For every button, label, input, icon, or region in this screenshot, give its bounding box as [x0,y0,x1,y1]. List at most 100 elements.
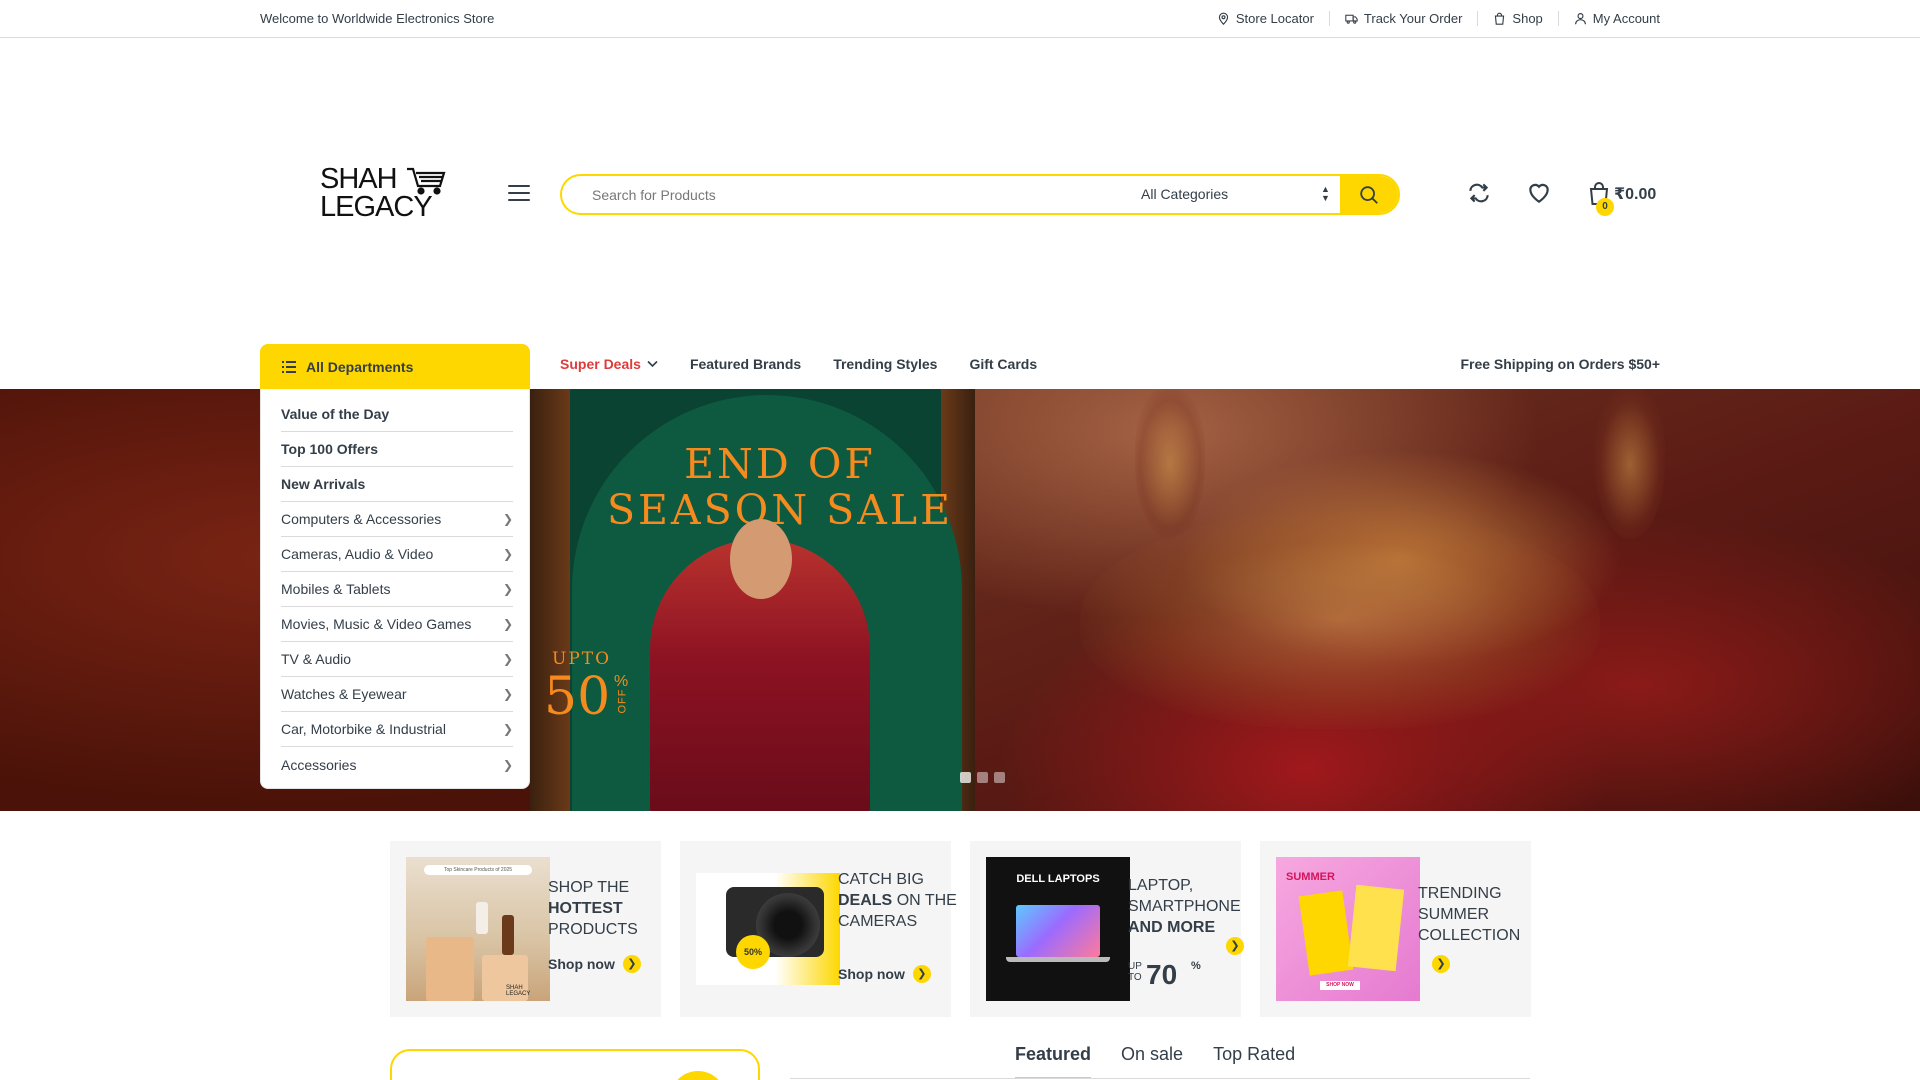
dept-item[interactable]: TV & Audio ❯ [281,642,513,677]
dept-item-label: Accessories [281,756,357,773]
heart-icon[interactable] [1526,180,1552,206]
bride-face [730,519,792,599]
shopping-bag-icon [1495,12,1505,25]
search-button[interactable] [1340,176,1398,213]
shop-label: Shop [1512,11,1543,26]
promo-line-2: SMARTPHONE [1128,898,1241,915]
my-account-link[interactable]: My Account [1557,11,1660,26]
promo-card-summer[interactable]: SUMMER SHOP NOW TRENDING SUMMER COLLECTI… [1260,841,1531,1017]
necklace-detail [1080,509,1600,729]
site-logo[interactable]: SHAH LEGACY [318,163,448,225]
promo-card-hottest[interactable]: Top Skincare Products of 2025 SHAH LEGACY… [390,841,661,1017]
nav-gift-cards[interactable]: Gift Cards [969,356,1037,372]
cart-button[interactable]: 0 ₹0.00 [1588,180,1668,216]
promo-line-3: CAMERAS [838,913,918,930]
discount-badge: 50% [736,935,770,969]
shop-now-link[interactable]: Shop now ❯ [548,955,641,973]
promo-text: TRENDING SUMMER COLLECTION [1418,883,1558,946]
promo-text: CATCH BIG DEALS ON THE CAMERAS [838,869,978,932]
dept-item-label: TV & Audio [281,651,352,667]
dept-item[interactable]: Watches & Eyewear ❯ [281,677,513,712]
laptop-image: DELL LAPTOPS [986,857,1130,1001]
tab-featured[interactable]: Featured [1015,1044,1092,1079]
nav-super-deals[interactable]: Super Deals [560,356,658,372]
category-select[interactable]: All Categories [1141,186,1228,202]
dept-item-label: Mobiles & Tablets [281,581,391,597]
hero-jewelry-image [975,389,1920,811]
dept-item[interactable]: Computers & Accessories ❯ [281,502,513,537]
all-departments-button[interactable]: All Departments [260,344,530,389]
dept-item-label: Watches & Eyewear [281,686,407,702]
promo-line-1: TRENDING [1418,885,1502,902]
nav-featured-brands[interactable]: Featured Brands [690,356,801,372]
dept-item[interactable]: Value of the Day [281,397,513,432]
cart-logo-icon [407,167,446,195]
dept-item[interactable]: Car, Motorbike & Industrial ❯ [281,712,513,747]
tab-on-sale[interactable]: On sale [1121,1044,1183,1073]
shop-now-label: Shop now [838,966,905,982]
arrow-right-icon: ❯ [622,955,641,973]
chevron-right-icon: ❯ [502,582,513,596]
store-locator-label: Store Locator [1235,11,1314,26]
promo-line-3: COLLECTION [1418,927,1521,944]
slider-dot[interactable] [960,772,971,783]
promo-bold: DEALS [838,892,893,909]
store-locator-link[interactable]: Store Locator [1202,11,1329,26]
dept-item[interactable]: Movies, Music & Video Games ❯ [281,607,513,642]
dept-item[interactable]: Mobiles & Tablets ❯ [281,572,513,607]
welcome-text: Welcome to Worldwide Electronics Store [260,11,495,26]
dept-item-label: Cameras, Audio & Video [281,546,434,562]
chevron-down-icon [647,360,658,368]
earring-left [1135,389,1205,539]
banner-pillar-left [530,389,570,811]
arrow-right-icon[interactable]: ❯ [1226,937,1244,955]
dept-item-label: New Arrivals [281,476,366,492]
chevron-right-icon: ❯ [502,512,513,526]
dept-item[interactable]: Cameras, Audio & Video ❯ [281,537,513,572]
deal-of-day-box [390,1049,760,1080]
nav-trending-styles[interactable]: Trending Styles [833,356,937,372]
dept-item[interactable]: Top 100 Offers [281,432,513,467]
laptop-base [1006,957,1110,962]
promo-discount-percent: % [1191,960,1201,972]
skincare-caption: Top Skincare Products of 2025 [424,865,532,875]
dept-item-label: Value of the Day [281,406,390,422]
dept-item-label: Car, Motorbike & Industrial [281,721,446,737]
laptop-caption: DELL LAPTOPS [1016,873,1100,885]
tab-top-rated[interactable]: Top Rated [1213,1044,1295,1073]
summer-image: SUMMER SHOP NOW [1276,857,1420,1001]
search-input[interactable] [562,176,1122,213]
promo-bold: HOTTEST [548,900,623,917]
tabs-divider [790,1078,1530,1079]
slider-dot[interactable] [977,772,988,783]
photo-card-1 [1298,890,1354,976]
slider-dot[interactable] [994,772,1005,783]
menu-toggle-icon[interactable] [508,185,530,203]
camera-image: 50% [696,873,840,985]
promo-discount-value: 70 [1146,959,1178,990]
top-bar: Welcome to Worldwide Electronics Store S… [0,0,1920,38]
banner-title-line-1: END OF [684,440,876,488]
dept-item[interactable]: Accessories ❯ [281,747,513,782]
promo-line-3: PRODUCTS [548,921,638,938]
shop-link[interactable]: Shop [1477,11,1557,26]
compare-icon[interactable] [1466,180,1492,206]
bottle-1 [476,902,488,934]
deal-badge [670,1071,726,1080]
map-pin-icon [1218,12,1228,25]
shop-now-label: Shop now [548,956,615,972]
promo-card-cameras[interactable]: 50% CATCH BIG DEALS ON THE CAMERAS Shop … [680,841,957,1017]
promo-line-3: AND MORE [1128,917,1268,938]
shop-now-link[interactable]: Shop now ❯ [838,965,931,983]
summer-caption: SUMMER [1286,871,1335,883]
dept-item[interactable]: New Arrivals [281,467,513,502]
banner-upto: UPTO [552,649,612,669]
product-tabs: Featured On sale Top Rated [1015,1044,1295,1079]
skincare-image: Top Skincare Products of 2025 SHAH LEGACY [406,857,550,1001]
arrow-right-icon[interactable]: ❯ [1432,955,1450,973]
promo-line-2: DEALS ON THE [838,890,978,911]
chevron-right-icon: ❯ [502,617,513,631]
user-icon [1574,13,1586,25]
promo-card-laptops[interactable]: DELL LAPTOPS LAPTOP, SMARTPHONE AND MORE… [970,841,1244,1017]
track-order-link[interactable]: Track Your Order [1328,11,1478,26]
